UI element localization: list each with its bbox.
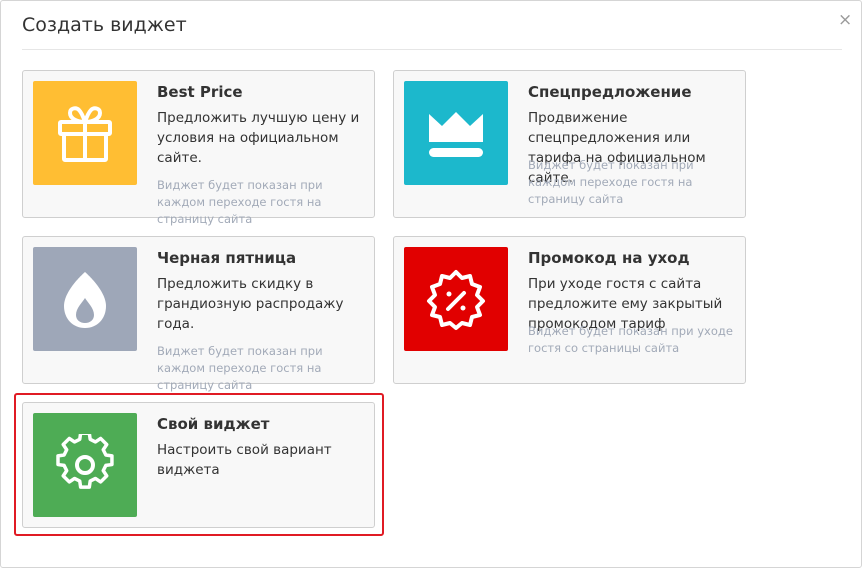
widget-tile-special-offer bbox=[404, 81, 508, 185]
widget-note: Виджет будет показан при каждом переходе… bbox=[157, 178, 323, 226]
widget-tile-best-price bbox=[33, 81, 137, 185]
widget-card-special-offer[interactable]: Спецпредложение Продвижение спецпредложе… bbox=[393, 70, 746, 218]
flame-icon bbox=[64, 272, 106, 328]
widget-card-black-friday[interactable]: Черная пятница Предложить скидку в гранд… bbox=[22, 236, 375, 392]
widget-note: Виджет будет показан при уходе гостя со … bbox=[528, 324, 733, 355]
widget-card-exit-promo[interactable]: Промокод на уход При уходе гостя с сайта… bbox=[393, 236, 746, 384]
widget-title: Спецпредложение bbox=[528, 83, 692, 101]
header-divider bbox=[22, 49, 842, 50]
widget-title: Best Price bbox=[157, 83, 243, 101]
close-icon[interactable]: × bbox=[838, 11, 852, 29]
dialog-title: Создать виджет bbox=[22, 14, 187, 36]
widget-description: Предложить скидку в грандиозную распрода… bbox=[157, 276, 344, 332]
widget-note: Виджет будет показан при каждом переходе… bbox=[528, 158, 694, 206]
widget-title: Черная пятница bbox=[157, 249, 297, 267]
gift-icon bbox=[58, 106, 112, 162]
discount-badge-icon bbox=[427, 270, 485, 330]
widget-description: Предложить лучшую цену и условия на офиц… bbox=[157, 110, 360, 166]
selection-highlight bbox=[14, 393, 384, 536]
widget-card-best-price[interactable]: Best Price Предложить лучшую цену и усло… bbox=[22, 70, 375, 226]
widget-note: Виджет будет показан при каждом переходе… bbox=[157, 344, 323, 392]
crown-icon bbox=[429, 112, 483, 157]
widget-tile-black-friday bbox=[33, 247, 137, 351]
create-widget-dialog: Создать виджет × Best Price Предложить л… bbox=[0, 0, 862, 568]
widget-tile-exit-promo bbox=[404, 247, 508, 351]
widget-title: Промокод на уход bbox=[528, 249, 690, 267]
